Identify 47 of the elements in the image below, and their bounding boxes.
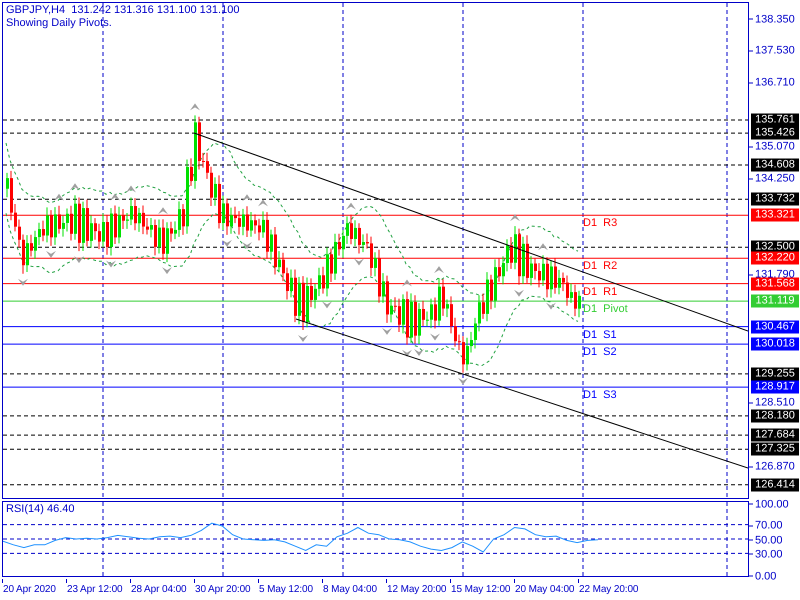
- pivot-label: D1 S1: [583, 328, 617, 341]
- price-tick-label: 128.510: [755, 396, 795, 409]
- pivot-label: D1 S3: [583, 389, 617, 402]
- pivot-label: D1 R3: [583, 217, 618, 230]
- price-level-tag: 135.426: [751, 126, 799, 140]
- price-tick-label: 134.250: [755, 172, 795, 185]
- price-level-tag: 135.761: [751, 114, 799, 127]
- price-level-tag: 131.119: [751, 294, 799, 308]
- rsi-tick-label: 100.00: [755, 498, 789, 510]
- price-level-tag: 130.018: [751, 338, 799, 351]
- time-label: 28 Apr 04:00: [131, 583, 187, 596]
- price-level-tag: 131.568: [751, 277, 799, 290]
- price-tick-label: 137.530: [755, 44, 795, 57]
- price-level-tag: 134.608: [751, 158, 799, 172]
- rsi-tick-label: 50.00: [755, 534, 783, 546]
- price-level-tag: 133.732: [751, 192, 799, 206]
- time-label: 5 May 12:00: [259, 583, 313, 596]
- rsi-tick-label: 70.00: [755, 520, 783, 532]
- pivot-label: D1 Pivot: [583, 303, 628, 316]
- time-label: 8 May 04:00: [323, 583, 377, 596]
- price-level-tag: 133.321: [751, 208, 799, 222]
- pivot-label: D1 R2: [583, 260, 618, 272]
- price-tick-label: 135.070: [755, 140, 795, 153]
- price-level-tag: 127.325: [751, 442, 799, 456]
- price-level-tag: 128.180: [751, 409, 799, 422]
- rsi-tick-label: 0.00: [755, 570, 776, 582]
- time-label: 12 May 20:00: [387, 583, 446, 596]
- pivot-label: D1 R1: [583, 286, 618, 298]
- time-label: 23 Apr 12:00: [67, 583, 123, 596]
- rsi-tick-label: 30.00: [755, 548, 783, 560]
- price-tick-label: 126.870: [755, 460, 795, 473]
- price-tick-label: 136.710: [755, 76, 795, 89]
- price-level-tag: 130.467: [751, 320, 799, 334]
- time-label: 22 May 20:00: [579, 583, 638, 596]
- price-level-tag: 128.917: [751, 380, 799, 394]
- price-level-tag: 126.414: [751, 478, 799, 492]
- pivots-note: Showing Daily Pivots.: [6, 17, 113, 30]
- time-label: 20 Apr 2020: [3, 583, 56, 596]
- time-label: 30 Apr 20:00: [195, 583, 251, 596]
- time-label: 15 May 12:00: [451, 583, 510, 596]
- price-level-tag: 129.255: [751, 367, 799, 380]
- time-label: 20 May 04:00: [515, 583, 574, 596]
- price-tick-label: 138.350: [755, 13, 795, 25]
- rsi-title: RSI(14) 46.40: [6, 503, 74, 516]
- pivot-label: D1 S2: [583, 346, 617, 358]
- price-level-tag: 127.684: [751, 428, 799, 442]
- price-level-tag: 132.220: [751, 252, 799, 265]
